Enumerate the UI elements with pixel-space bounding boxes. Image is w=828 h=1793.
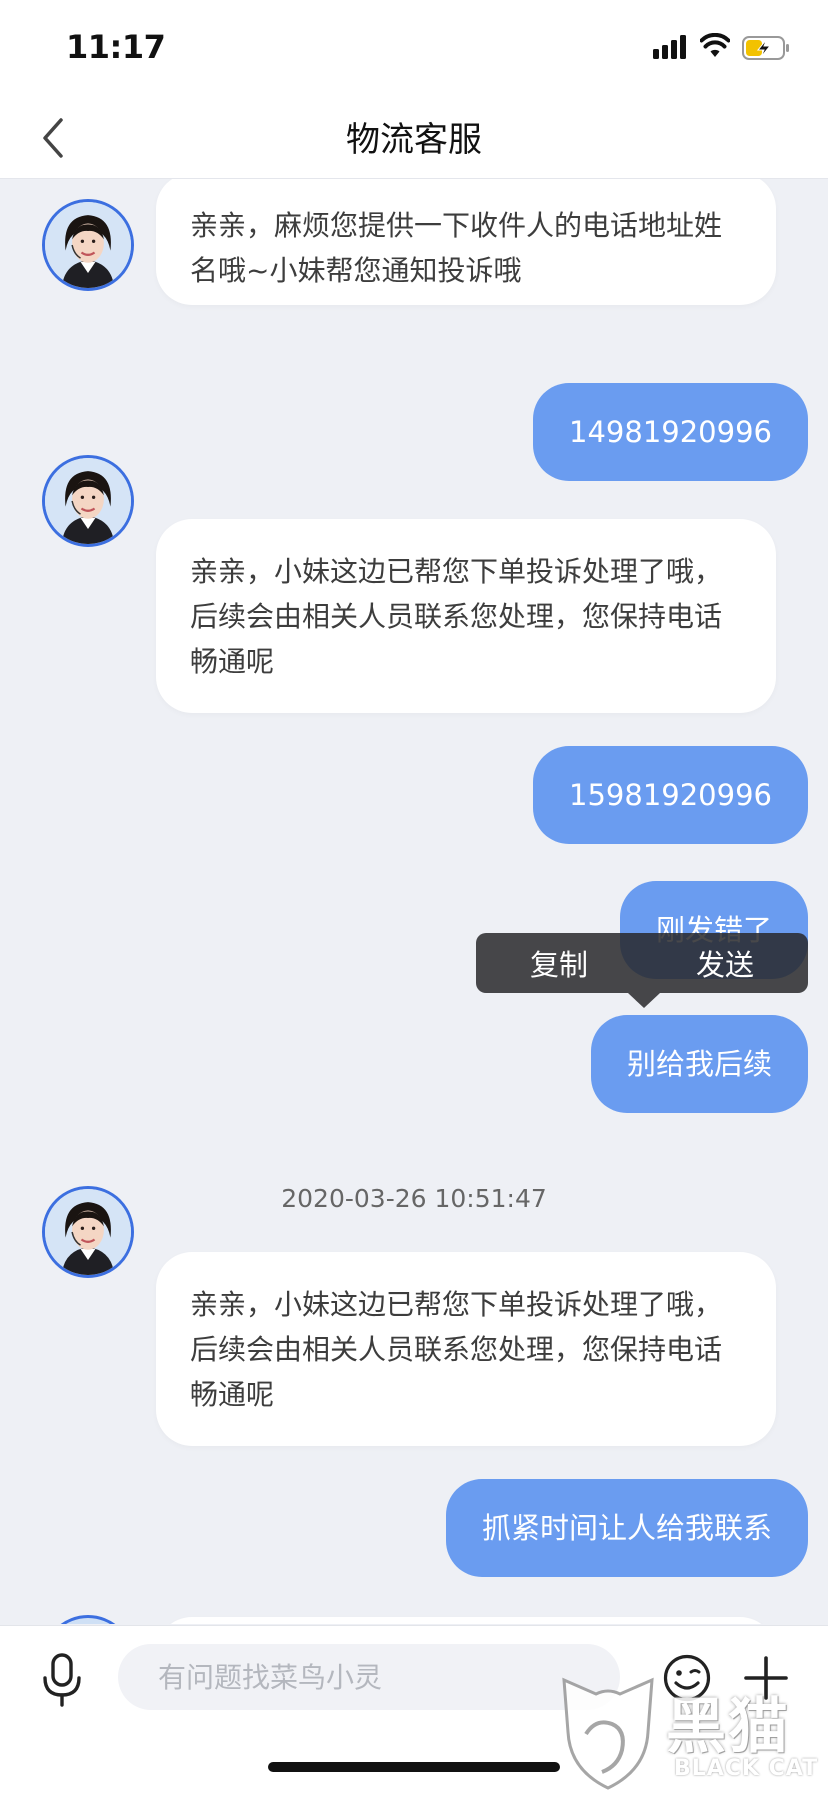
copy-menu-item[interactable]: 复制 [476, 942, 642, 984]
agent-avatar-icon [45, 1189, 131, 1275]
message-bubble-outgoing[interactable]: 抓紧时间让人给我联系 [445, 1479, 808, 1577]
microphone-icon[interactable] [38, 1652, 86, 1708]
agent-avatar[interactable] [42, 1186, 134, 1278]
nav-bar: 物流客服 [0, 100, 828, 179]
message-input[interactable] [118, 1644, 620, 1710]
message-bubble-incoming[interactable] [156, 1617, 776, 1624]
message-context-menu: 复制 发送 [476, 933, 808, 993]
message-bubble-outgoing[interactable]: 14981920996 [533, 383, 808, 481]
watermark-text-cn: 黑猫 [666, 1692, 790, 1762]
wifi-icon [700, 33, 730, 57]
cellular-signal-icon [653, 35, 686, 59]
context-menu-arrow [628, 993, 660, 1008]
home-indicator [268, 1762, 560, 1772]
battery-charging-icon [742, 36, 789, 60]
black-cat-watermark: 黑猫 BLACK CAT [556, 1674, 828, 1792]
agent-avatar-icon [45, 202, 131, 288]
message-bubble-outgoing[interactable]: 别给我后续 [590, 1015, 808, 1113]
message-bubble-incoming[interactable]: 亲亲，小妹这边已帮您下单投诉处理了哦，后续会由相关人员联系您处理，您保持电话畅通… [156, 519, 776, 713]
agent-avatar[interactable] [42, 199, 134, 291]
message-bubble-incoming[interactable]: 亲亲，小妹这边已帮您下单投诉处理了哦，后续会由相关人员联系您处理，您保持电话畅通… [156, 1252, 776, 1446]
cat-logo-icon [562, 1677, 654, 1790]
send-menu-item[interactable]: 发送 [642, 942, 808, 984]
agent-avatar-icon [45, 458, 131, 544]
agent-avatar[interactable] [42, 1615, 134, 1624]
agent-avatar[interactable] [42, 455, 134, 547]
chat-area[interactable]: 亲亲，麻烦您提供一下收件人的电话地址姓名哦~小妹帮您通知投诉哦 14981920… [0, 179, 828, 1624]
message-bubble-incoming[interactable]: 亲亲，麻烦您提供一下收件人的电话地址姓名哦~小妹帮您通知投诉哦 [156, 179, 776, 305]
status-time: 11:17 [66, 28, 166, 66]
page-title: 物流客服 [346, 120, 482, 160]
watermark-text-en: BLACK CAT [674, 1756, 819, 1781]
message-bubble-outgoing[interactable]: 15981920996 [533, 746, 808, 844]
status-bar: 11:17 [0, 0, 828, 100]
